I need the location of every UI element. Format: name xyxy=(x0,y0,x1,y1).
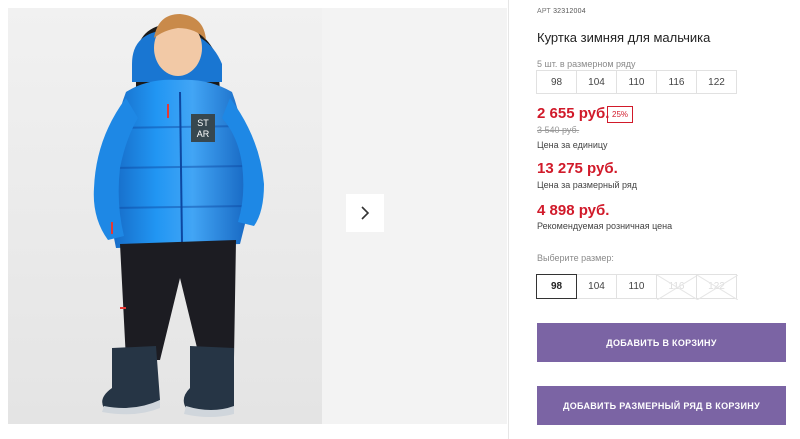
size-option-122: 122 xyxy=(696,274,738,300)
article-label: АРТ xyxy=(537,8,551,15)
old-price: 3 540 руб. xyxy=(537,125,580,135)
size-set-cell: 110 xyxy=(616,70,657,94)
jacket-badge-text-2: AR xyxy=(197,129,210,139)
unit-price-label: Цена за единицу xyxy=(537,140,608,150)
size-picker-label: Выберите размер: xyxy=(537,253,614,263)
article-number: АРТ 32312004 xyxy=(537,8,586,15)
set-price-label: Цена за размерный ряд xyxy=(537,180,638,190)
product-photo-image: ST AR xyxy=(8,8,322,424)
size-set-cell: 122 xyxy=(696,70,737,94)
size-option-label: 98 xyxy=(550,281,563,292)
rrp-price-label: Рекомендуемая розничная цена xyxy=(537,221,673,231)
rrp-price: 4 898 руб. xyxy=(537,202,610,219)
unavailable-cross-icon xyxy=(697,275,738,300)
unavailable-cross-icon xyxy=(657,275,698,300)
size-option-110[interactable]: 110 xyxy=(616,274,657,299)
product-photo[interactable]: ST AR xyxy=(8,8,322,424)
discount-badge: 25% xyxy=(607,106,634,123)
add-to-cart-button[interactable]: ДОБАВИТЬ В КОРЗИНУ xyxy=(537,323,786,362)
product-title: Куртка зимняя для мальчика xyxy=(537,30,711,45)
size-option-label: 104 xyxy=(588,281,605,292)
article-value: 32312004 xyxy=(553,8,586,15)
size-option-116: 116 xyxy=(656,274,698,300)
unit-price: 2 655 руб. xyxy=(537,105,610,122)
size-set-label: 5 шт. в размерном ряду xyxy=(537,59,636,69)
jacket-badge-text-1: ST xyxy=(197,118,209,128)
add-size-set-to-cart-button[interactable]: ДОБАВИТЬ РАЗМЕРНЫЙ РЯД В КОРЗИНУ xyxy=(537,386,786,425)
chevron-right-icon xyxy=(361,206,370,220)
next-image-button[interactable] xyxy=(346,194,384,232)
set-price: 13 275 руб. xyxy=(537,160,618,177)
size-set-cell: 116 xyxy=(656,70,697,94)
size-set-cell: 98 xyxy=(536,70,577,94)
size-option-label: 110 xyxy=(628,281,645,292)
size-option-98[interactable]: 98 xyxy=(536,274,577,299)
size-option-104[interactable]: 104 xyxy=(576,274,617,299)
size-set-cell: 104 xyxy=(576,70,617,94)
panel-divider xyxy=(508,0,509,439)
size-picker: 98 104 110 116 122 xyxy=(536,274,738,300)
size-set-row: 98 104 110 116 122 xyxy=(536,70,737,94)
